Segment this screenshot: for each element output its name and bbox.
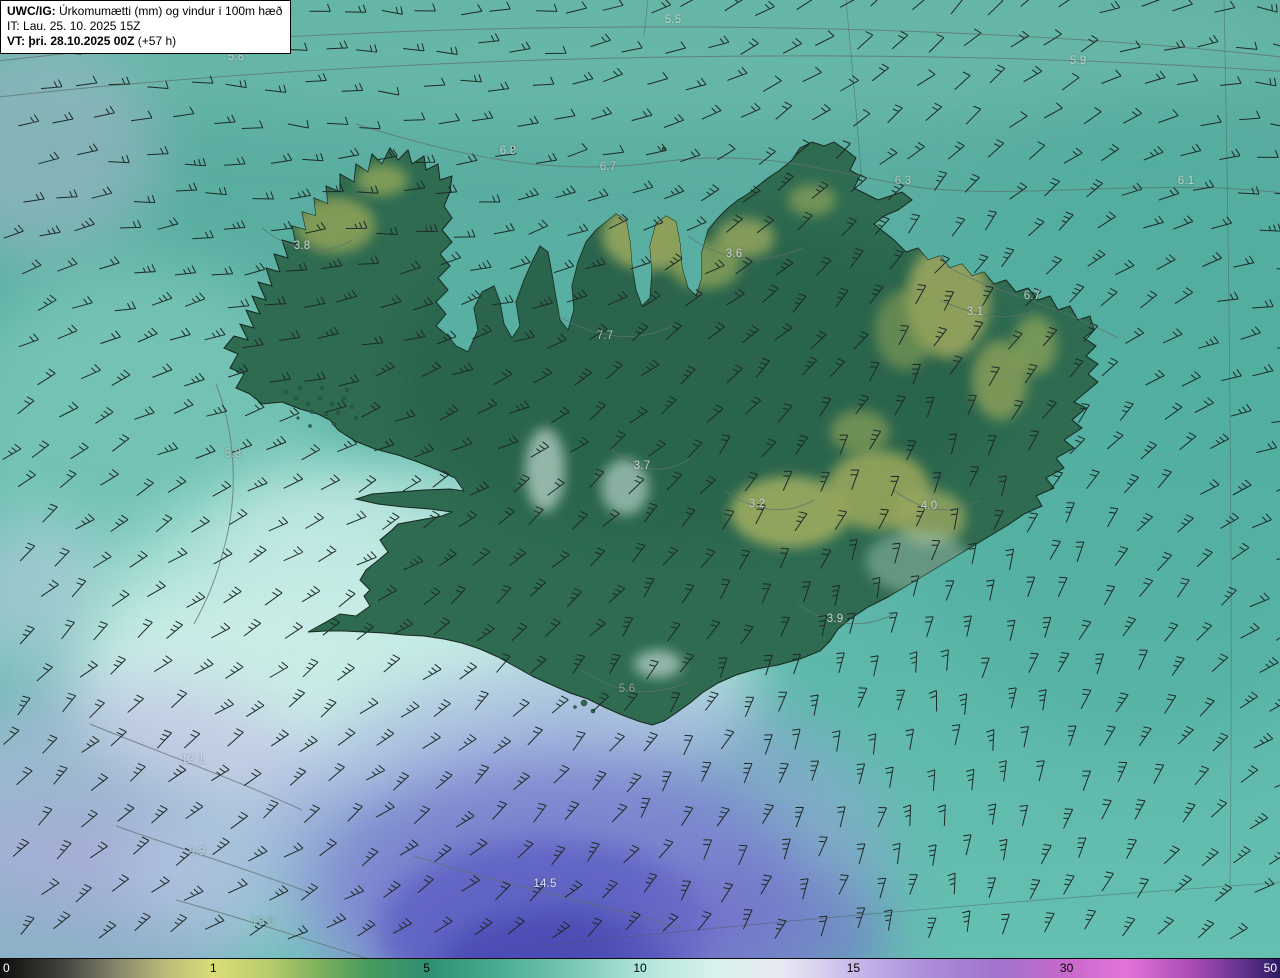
colorbar-tick-label: 5	[423, 961, 430, 975]
init-label: IT:	[7, 19, 20, 33]
init-time: Lau. 25. 10. 2025 15Z	[23, 19, 141, 33]
weather-map-canvas	[0, 0, 1280, 958]
colorbar-tick-label: 1	[210, 961, 217, 975]
colorbar-tick-label: 50	[1263, 961, 1277, 975]
colorbar-tick-label: 30	[1059, 961, 1074, 975]
valid-label: VT:	[7, 34, 25, 48]
precip-colorbar: 0 1 5 10 15 30 50	[0, 958, 1280, 978]
valid-time: þri. 28.10.2025 00Z	[28, 34, 135, 48]
colorbar-ticks: 0 1 5 10 15 30 50	[0, 959, 1280, 978]
colorbar-tick-label: 15	[846, 961, 861, 975]
colorbar-tick-label: 0	[3, 961, 10, 975]
valid-time-line: VT: þri. 28.10.2025 00Z (+57 h)	[7, 34, 282, 49]
lead-time: (+57 h)	[137, 34, 177, 48]
init-time-line: IT: Lau. 25. 10. 2025 15Z	[7, 19, 282, 34]
map-title-line: UWC/IG: Úrkomumætti (mm) og vindur í 100…	[7, 4, 282, 19]
model-id-label: UWC/IG:	[7, 4, 56, 18]
colorbar-tick-label: 10	[633, 961, 647, 975]
map-title: Úrkomumætti (mm) og vindur í 100m hæð	[59, 4, 283, 18]
weather-map-viewport	[0, 0, 1280, 958]
map-info-box: UWC/IG: Úrkomumætti (mm) og vindur í 100…	[0, 0, 292, 54]
